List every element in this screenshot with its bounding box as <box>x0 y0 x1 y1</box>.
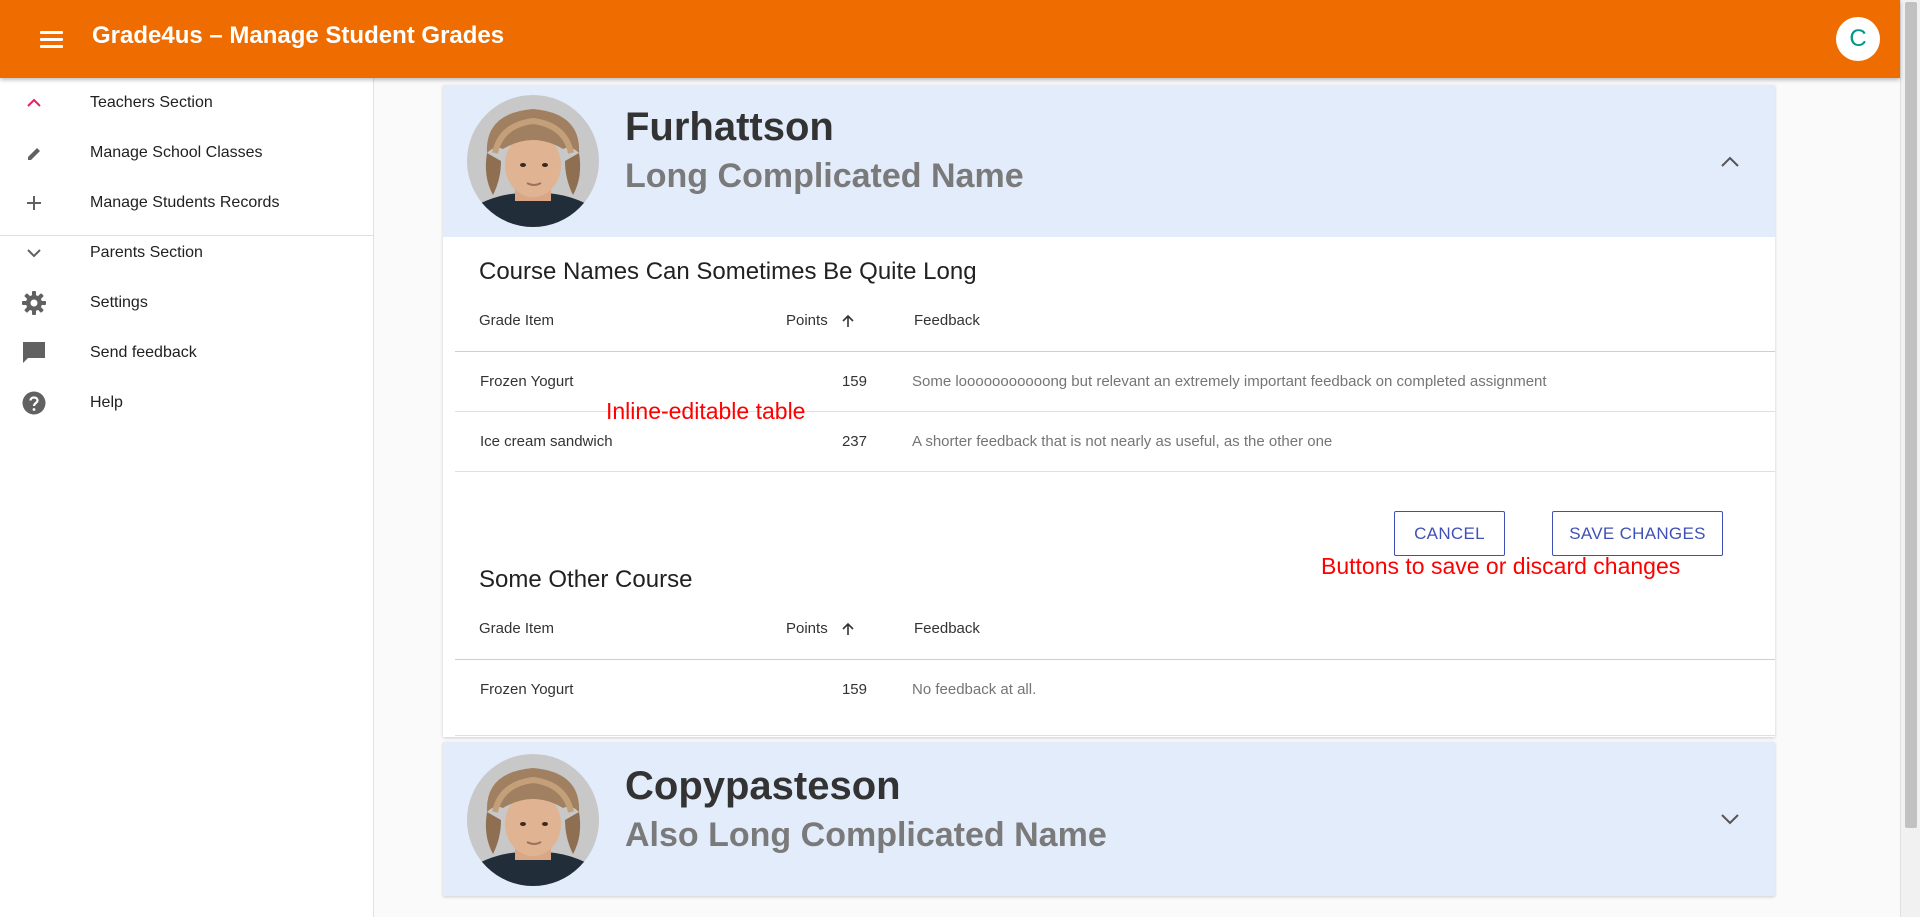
sidebar-item-label: Settings <box>90 294 148 311</box>
column-header-grade-item[interactable]: Grade Item <box>479 620 554 637</box>
app-title: Grade4us – Manage Student Grades <box>92 22 505 49</box>
sidebar-item-teachers-section[interactable]: Teachers Section <box>0 78 373 128</box>
plus-icon <box>27 196 41 210</box>
student-name: Copypasteson <box>625 764 901 808</box>
sidebar-item-help[interactable]: Help <box>0 378 373 428</box>
student-name: Furhattson <box>625 105 834 149</box>
sidebar-item-manage-school-classes[interactable]: Manage School Classes <box>0 128 373 178</box>
column-header-feedback[interactable]: Feedback <box>914 312 980 329</box>
sidebar-item-label: Teachers Section <box>90 94 213 111</box>
column-header-points[interactable]: Points <box>786 312 828 329</box>
sidebar-item-label: Manage Students Records <box>90 194 280 211</box>
chevron-down-icon[interactable] <box>1713 802 1747 836</box>
feedback-icon <box>23 342 45 363</box>
chevron-up-icon <box>27 98 41 107</box>
sidebar: Teachers Section Manage School Classes M… <box>0 78 374 917</box>
user-avatar[interactable]: C <box>1836 17 1880 61</box>
save-changes-button[interactable]: SAVE CHANGES <box>1552 511 1723 556</box>
gear-icon <box>22 291 46 315</box>
points-cell[interactable]: 159 <box>767 660 867 719</box>
course-title: Some Other Course <box>479 566 693 593</box>
row-divider <box>455 735 1775 736</box>
student-subtitle: Also Long Complicated Name <box>625 816 1107 854</box>
grade-item-cell[interactable]: Frozen Yogurt <box>480 660 573 719</box>
grade-item-cell[interactable]: Ice cream sandwich <box>480 412 613 471</box>
annotation-inline-table: Inline-editable table <box>606 398 806 424</box>
sidebar-item-label: Send feedback <box>90 344 197 361</box>
sidebar-item-label: Help <box>90 394 123 411</box>
chevron-down-icon <box>27 249 41 258</box>
column-header-points[interactable]: Points <box>786 620 828 637</box>
sidebar-item-manage-students-records[interactable]: Manage Students Records <box>0 178 373 228</box>
help-icon <box>22 391 46 415</box>
menu-icon[interactable] <box>33 26 71 54</box>
grade-item-cell[interactable]: Frozen Yogurt <box>480 352 573 411</box>
scrollbar-thumb[interactable] <box>1905 2 1917 828</box>
student-header[interactable]: Furhattson Long Complicated Name <box>443 85 1775 237</box>
sidebar-item-label: Parents Section <box>90 244 203 261</box>
top-app-bar: Grade4us – Manage Student Grades C <box>0 0 1900 78</box>
sidebar-item-send-feedback[interactable]: Send feedback <box>0 328 373 378</box>
arrow-up-icon[interactable] <box>840 621 856 637</box>
row-divider <box>455 471 1775 472</box>
student-photo <box>467 754 599 886</box>
pencil-icon <box>28 148 40 160</box>
sidebar-item-settings[interactable]: Settings <box>0 278 373 328</box>
student-subtitle: Long Complicated Name <box>625 157 1024 195</box>
column-header-feedback[interactable]: Feedback <box>914 620 980 637</box>
student-header[interactable]: Copypasteson Also Long Complicated Name <box>443 742 1775 896</box>
course-title: Course Names Can Sometimes Be Quite Long <box>479 258 977 285</box>
feedback-cell[interactable]: A shorter feedback that is not nearly as… <box>912 412 1332 471</box>
chevron-up-icon[interactable] <box>1713 145 1747 179</box>
table-row[interactable]: Frozen Yogurt 159 No feedback at all. <box>455 660 1775 719</box>
annotation-buttons: Buttons to save or discard changes <box>1321 553 1681 579</box>
sidebar-item-label: Manage School Classes <box>90 144 263 161</box>
column-header-grade-item[interactable]: Grade Item <box>479 312 554 329</box>
feedback-cell[interactable]: No feedback at all. <box>912 660 1036 719</box>
page-scrollbar[interactable] <box>1900 0 1920 917</box>
main-content: Furhattson Long Complicated Name Course … <box>374 78 1900 917</box>
cancel-button[interactable]: CANCEL <box>1394 511 1505 556</box>
feedback-cell[interactable]: Some looooooooooong but relevant an extr… <box>912 352 1547 411</box>
sidebar-item-parents-section[interactable]: Parents Section <box>0 228 373 278</box>
student-photo <box>467 95 599 227</box>
student-card: Copypasteson Also Long Complicated Name <box>443 742 1775 896</box>
arrow-up-icon[interactable] <box>840 313 856 329</box>
